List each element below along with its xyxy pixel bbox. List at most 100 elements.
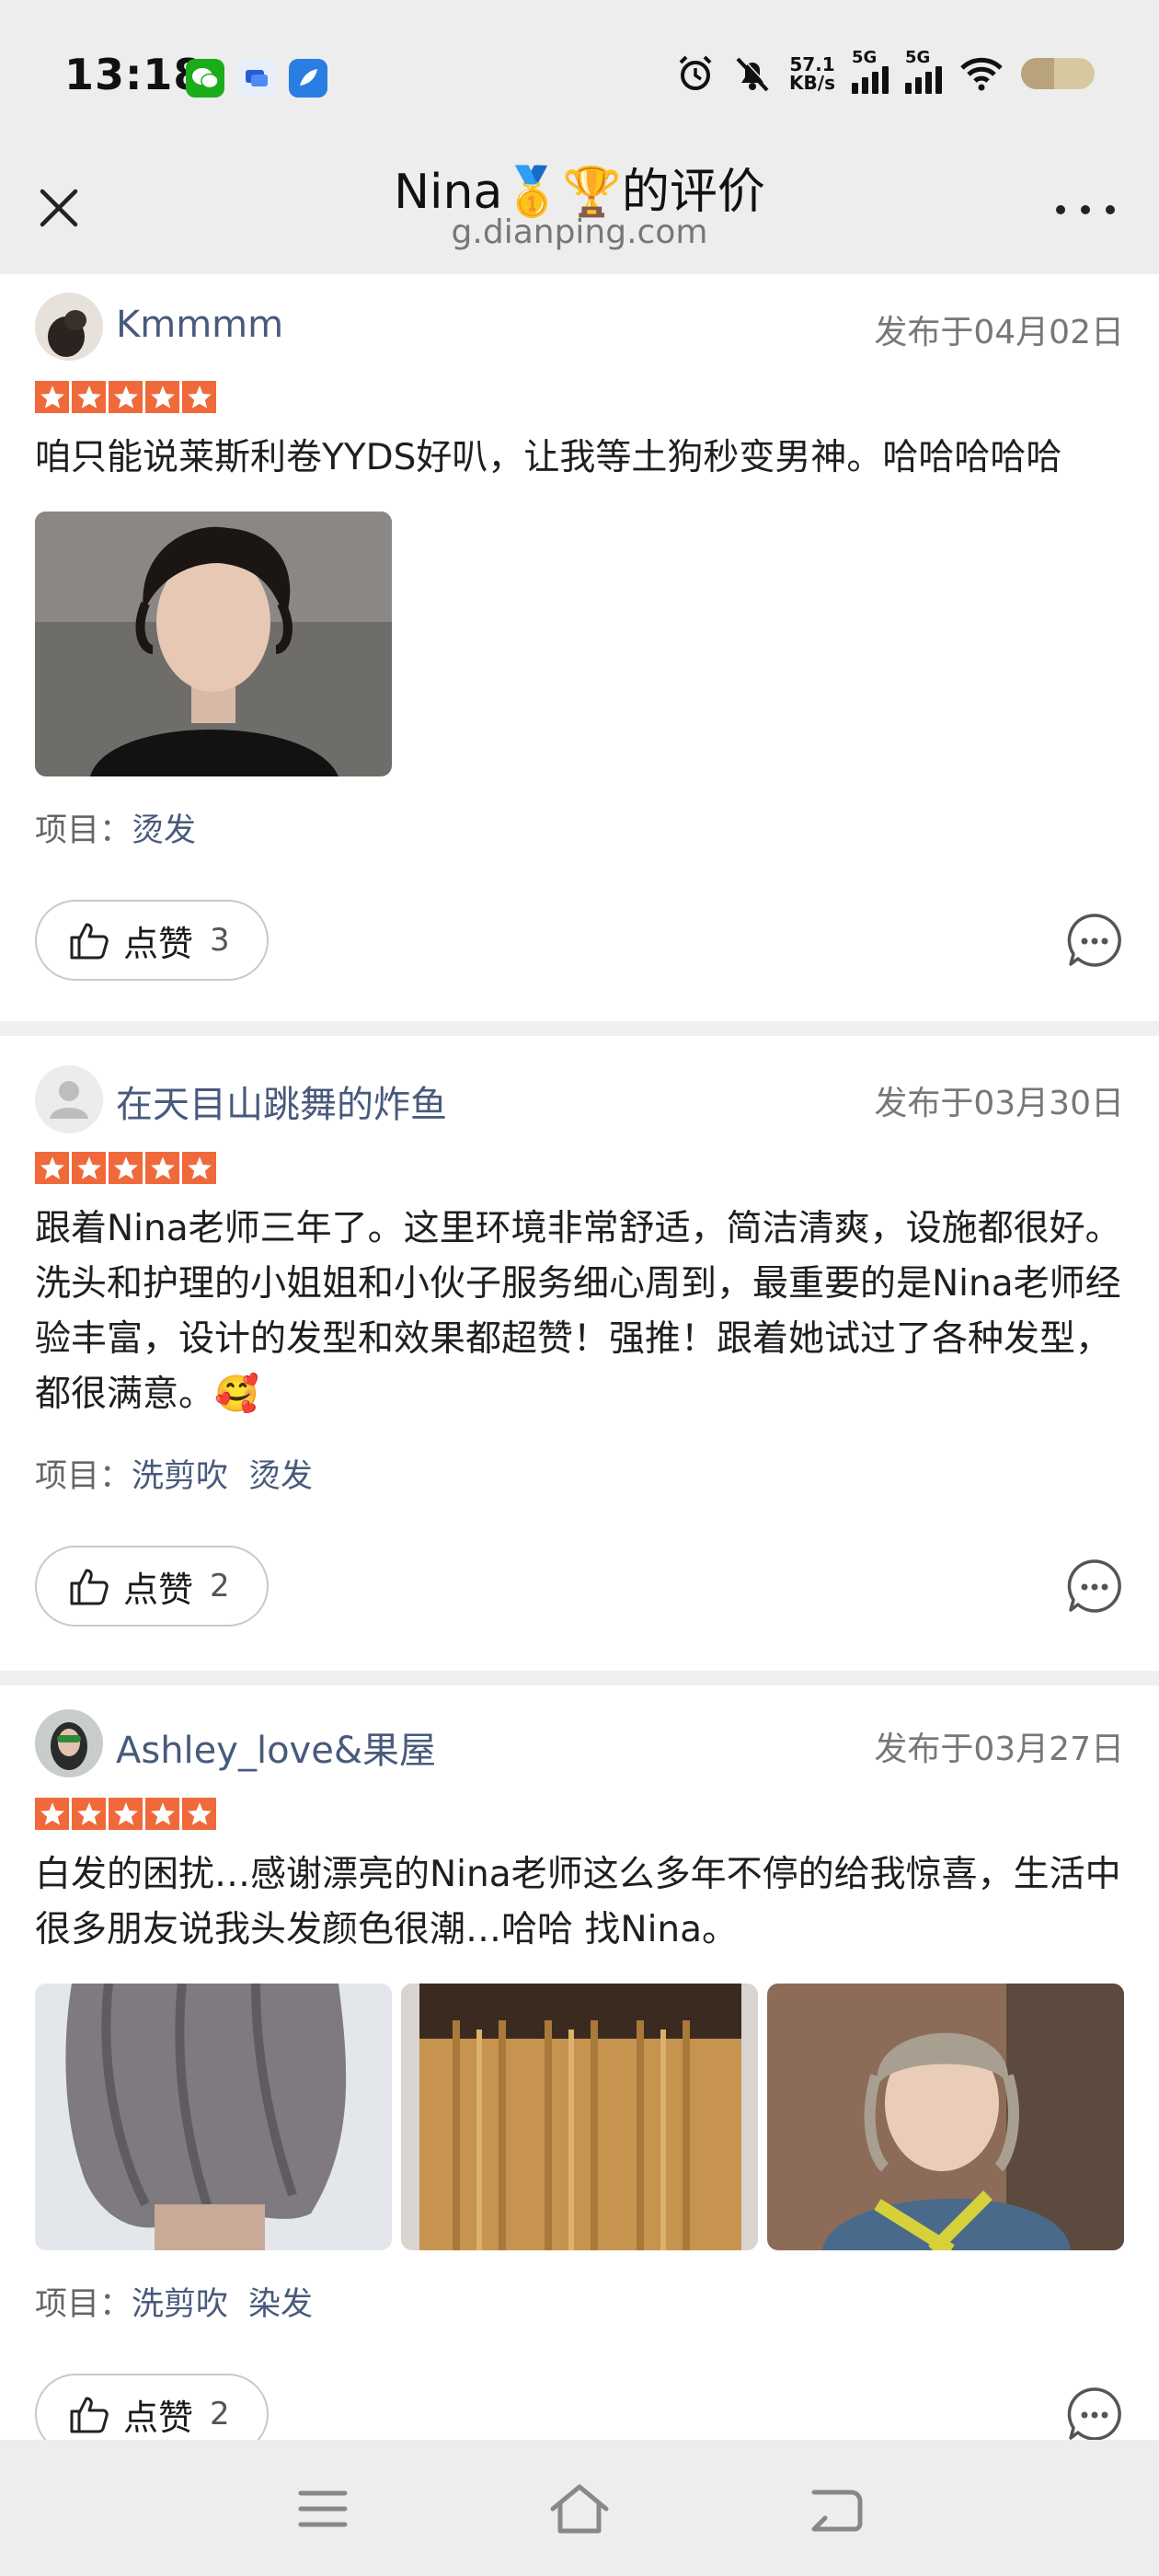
star-icon	[72, 1798, 106, 1830]
star-icon	[109, 381, 143, 413]
review-date: 发布于04月02日	[874, 314, 1124, 351]
review-tags: 项目：洗剪吹 染发	[35, 2278, 333, 2325]
review-text: 白发的困扰…感谢漂亮的Nina老师这么多年不停的给我惊喜，生活中很多朋友说我头发…	[35, 1854, 1121, 1950]
star-icon	[145, 1152, 179, 1184]
star-icon	[109, 1152, 143, 1184]
review-text: 咱只能说莱斯利卷YYDS好叭，让我等土狗秒变男神。哈哈哈哈哈	[35, 437, 1062, 478]
back-icon	[811, 2490, 863, 2532]
comment-button[interactable]	[1065, 911, 1124, 970]
tags-label: 项目：	[35, 2286, 132, 2323]
star-icon	[72, 1152, 106, 1184]
back-nav-button[interactable]	[804, 2477, 868, 2541]
network-speed: 57.1 KB/s	[789, 55, 835, 92]
notification-icons	[186, 59, 327, 98]
like-count: 2	[210, 1568, 230, 1604]
tag-item[interactable]: 烫发	[248, 1458, 313, 1495]
star-icon	[35, 1152, 69, 1184]
like-count: 3	[210, 922, 230, 959]
comment-button[interactable]	[1065, 2385, 1124, 2444]
tags-label: 项目：	[35, 812, 132, 849]
avatar[interactable]	[35, 1709, 103, 1777]
review-separator	[0, 1021, 1159, 1036]
tag-item[interactable]: 洗剪吹	[132, 2286, 228, 2323]
avatar[interactable]	[35, 293, 103, 361]
status-indicators: 57.1 KB/s 5G 5G	[675, 48, 1095, 94]
star-icon	[109, 1798, 143, 1830]
star-rating	[35, 1152, 216, 1184]
review-card: Kmmmm 发布于04月02日 咱只能说莱斯利卷YYDS好叭，让我等土狗秒变男神…	[0, 274, 1159, 1021]
reviewer-name[interactable]: Kmmmm	[116, 304, 283, 346]
signal-1-icon: 5G	[852, 48, 889, 94]
review-text: 跟着Nina老师三年了。这里环境非常舒适，简洁清爽，设施都很好。洗头和护理的小姐…	[35, 1208, 1121, 1415]
more-dot	[1106, 205, 1115, 214]
review-photo[interactable]	[767, 1984, 1124, 2250]
review-photo[interactable]	[401, 1984, 758, 2250]
more-dot	[1081, 205, 1090, 214]
thumbs-up-icon	[70, 923, 109, 960]
review-card: 在天目山跳舞的炸鱼 发布于03月30日 跟着Nina老师三年了。这里环境非常舒适…	[0, 1036, 1159, 1671]
tag-item[interactable]: 染发	[248, 2286, 313, 2323]
thumbs-up-icon	[70, 1569, 109, 1605]
tag-item[interactable]: 烫发	[132, 812, 196, 849]
title-bar: Nina🥇🏆的评价 g.dianping.com	[0, 147, 1159, 274]
comment-icon	[1067, 2387, 1121, 2441]
page-title: Nina🥇🏆的评价	[394, 165, 765, 220]
comment-icon	[1067, 914, 1121, 967]
battery-level	[1021, 58, 1054, 89]
signal-2-icon: 5G	[905, 48, 942, 94]
star-rating	[35, 1798, 216, 1830]
like-button[interactable]: 点赞 2	[35, 1546, 269, 1627]
review-date: 发布于03月30日	[874, 1085, 1124, 1122]
review-separator	[0, 1671, 1159, 1685]
star-icon	[145, 1798, 179, 1830]
review-photo[interactable]	[35, 1984, 392, 2250]
review-date: 发布于03月27日	[874, 1731, 1124, 1768]
wifi-icon	[960, 57, 1003, 91]
star-icon	[145, 381, 179, 413]
star-icon	[182, 1152, 216, 1184]
system-nav-bar	[0, 2440, 1159, 2576]
menu-nav-button[interactable]	[291, 2477, 355, 2541]
tags-label: 项目：	[35, 1458, 132, 1495]
review-tags: 项目：洗剪吹 烫发	[35, 1450, 333, 1497]
like-label: 点赞	[123, 923, 194, 964]
page-domain: g.dianping.com	[451, 213, 708, 251]
review-tags: 项目：烫发	[35, 804, 216, 851]
star-icon	[72, 381, 106, 413]
star-icon	[35, 381, 69, 413]
home-nav-button[interactable]	[547, 2477, 612, 2541]
battery-icon	[1021, 58, 1095, 89]
avatar[interactable]	[35, 1065, 103, 1133]
message-icon	[237, 59, 276, 98]
wechat-icon	[186, 59, 224, 98]
like-label: 点赞	[123, 2397, 194, 2438]
mute-bell-icon	[736, 55, 771, 92]
more-options-button[interactable]	[1049, 191, 1122, 228]
star-icon	[35, 1798, 69, 1830]
menu-icon	[298, 2490, 348, 2527]
comment-icon	[1067, 1559, 1121, 1613]
status-bar: 13:18 57.1 KB/s 5G 5G	[0, 0, 1159, 147]
home-icon	[550, 2484, 609, 2534]
net-speed-value: 57.1	[789, 53, 835, 75]
star-icon	[182, 381, 216, 413]
like-count: 2	[210, 2396, 230, 2432]
reviewer-name[interactable]: 在天目山跳舞的炸鱼	[116, 1075, 447, 1128]
net-speed-unit: KB/s	[789, 72, 835, 94]
feather-app-icon	[289, 59, 327, 98]
like-button[interactable]: 点赞 3	[35, 900, 269, 981]
review-card: Ashley_love&果屋 发布于03月27日 白发的困扰…感谢漂亮的Nina…	[0, 1685, 1159, 2455]
review-photo[interactable]	[35, 512, 392, 776]
signal-1-label: 5G	[852, 48, 878, 67]
tag-item[interactable]: 洗剪吹	[132, 1458, 228, 1495]
status-time: 13:18	[64, 50, 204, 99]
star-icon	[182, 1798, 216, 1830]
thumbs-up-icon	[70, 2397, 109, 2433]
reviewer-name[interactable]: Ashley_love&果屋	[116, 1720, 436, 1774]
like-label: 点赞	[123, 1569, 194, 1610]
comment-button[interactable]	[1065, 1557, 1124, 1616]
alarm-icon	[679, 55, 712, 90]
signal-2-label: 5G	[905, 48, 931, 67]
star-rating	[35, 381, 216, 413]
more-dot	[1056, 205, 1065, 214]
